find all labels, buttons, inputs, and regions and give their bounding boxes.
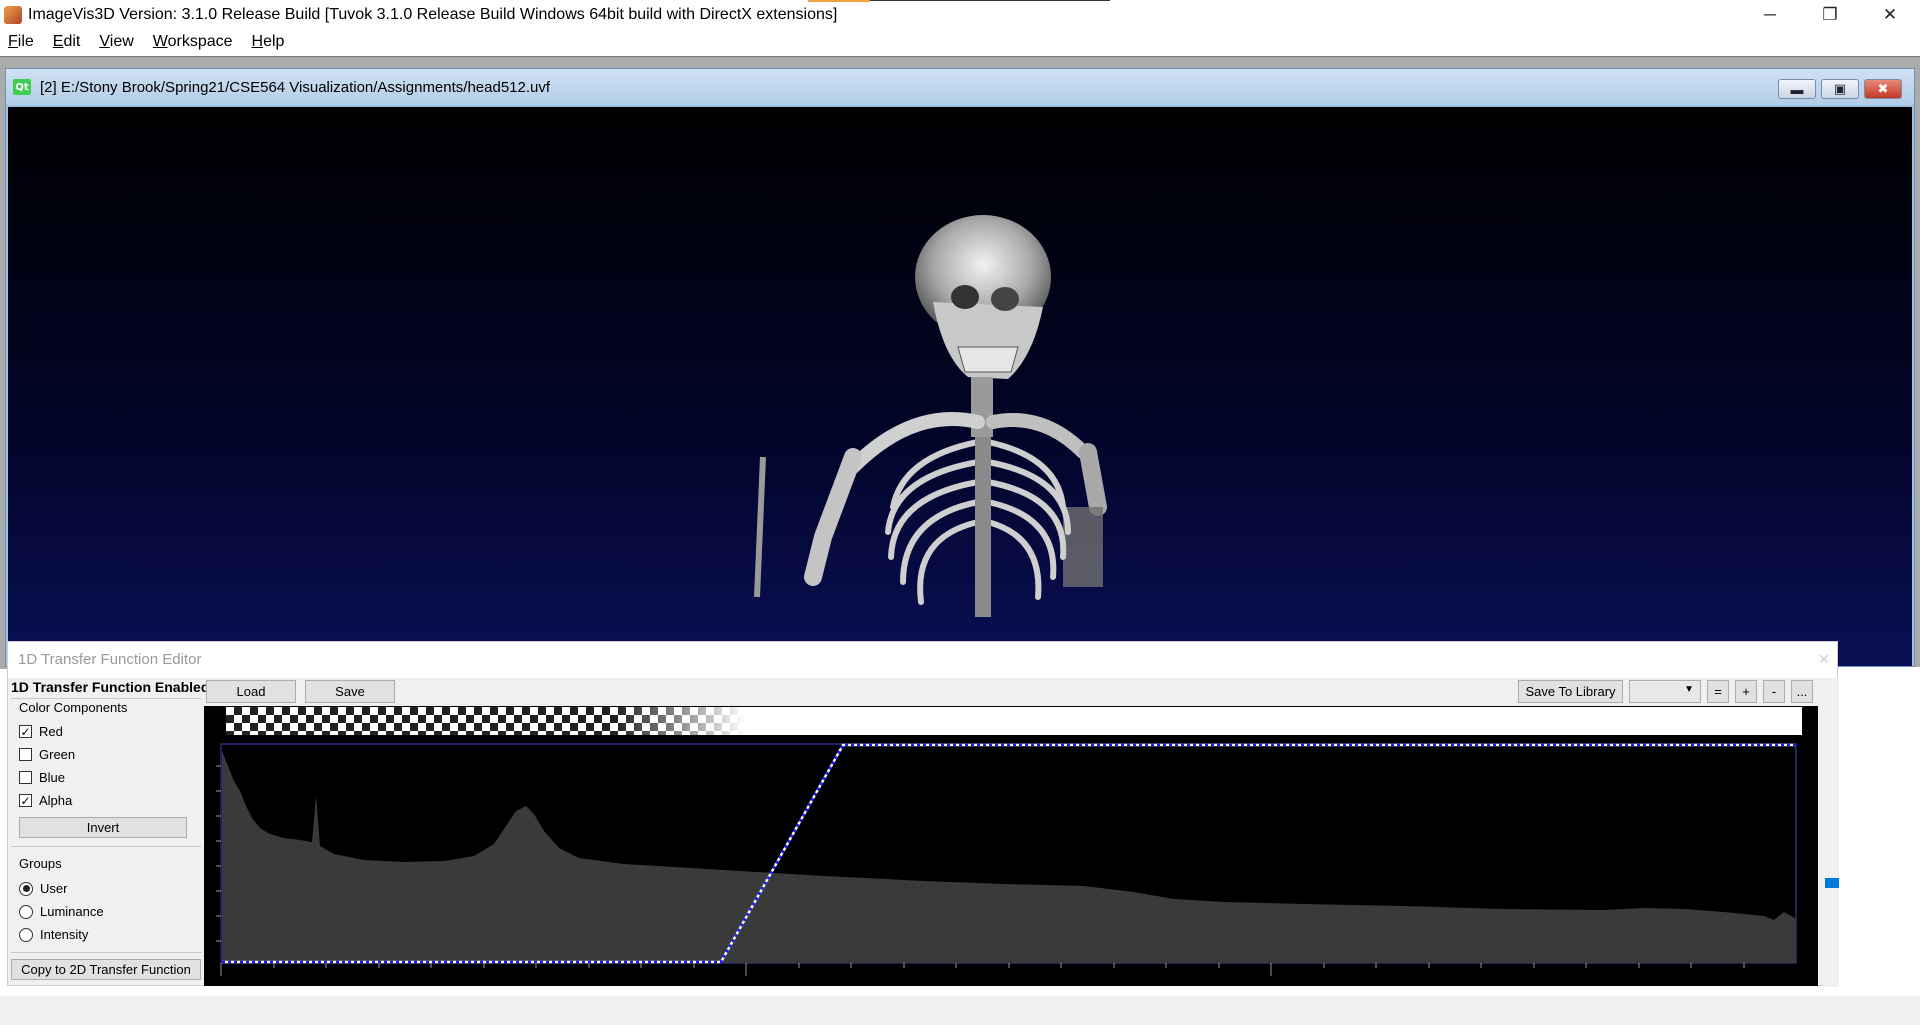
menu-help-mnemonic: H: [251, 33, 264, 50]
radio-luminance-label: Luminance: [40, 904, 104, 919]
radio-selected-dot: [22, 885, 30, 892]
checkbox-blue-box[interactable]: [19, 771, 32, 784]
menu-workspace-mnemonic: W: [152, 33, 168, 50]
equal-button[interactable]: =: [1707, 680, 1729, 703]
transfer-function-canvas[interactable]: [204, 706, 1818, 986]
radio-user[interactable]: User: [19, 881, 67, 896]
scroll-thumb[interactable]: [1825, 878, 1839, 888]
histogram-plot[interactable]: [204, 706, 1818, 986]
checkbox-alpha-box[interactable]: ✓: [19, 794, 32, 807]
menu-view-label: iew: [109, 33, 134, 50]
skeleton-volume-render: [754, 215, 1107, 617]
render-window-titlebar[interactable]: Qt [2] E:/Stony Brook/Spring21/CSE564 Vi…: [6, 69, 1914, 105]
menu-file-label: ile: [17, 33, 34, 50]
invert-button[interactable]: Invert: [19, 817, 187, 838]
minus-button[interactable]: -: [1763, 680, 1785, 703]
app-titlebar[interactable]: ImageVis3D Version: 3.1.0 Release Build …: [0, 0, 1920, 30]
save-button[interactable]: Save: [305, 680, 395, 703]
radio-luminance-circle[interactable]: [19, 904, 33, 919]
y-axis-ticks: [216, 765, 221, 942]
chevron-down-icon: ▼: [1684, 684, 1694, 695]
qt-icon: Qt: [13, 79, 31, 95]
checkbox-red-label: Red: [39, 724, 63, 739]
menu-file[interactable]: File: [8, 33, 34, 51]
titlebar-accent: [808, 0, 870, 2]
render-window[interactable]: Qt [2] E:/Stony Brook/Spring21/CSE564 Vi…: [5, 68, 1915, 667]
tf-editor-close-icon[interactable]: ✕: [1815, 650, 1833, 668]
save-to-library-button[interactable]: Save To Library: [1518, 680, 1623, 703]
checkbox-alpha[interactable]: ✓ Alpha: [19, 793, 72, 808]
checkbox-blue-label: Blue: [39, 770, 66, 785]
menu-bar: File Edit View Workspace Help: [0, 30, 1920, 54]
radio-intensity-circle[interactable]: [19, 927, 33, 942]
minimize-button[interactable]: ─: [1740, 0, 1800, 30]
volume-render-viewport[interactable]: [8, 107, 1912, 666]
radio-user-label: User: [40, 881, 68, 896]
menu-file-mnemonic: F: [8, 33, 18, 50]
menu-edit-mnemonic: E: [52, 33, 64, 50]
tf-vertical-scrollbar[interactable]: [1824, 678, 1839, 987]
tf-enabled-label[interactable]: 1D Transfer Function Enabled: [11, 679, 209, 695]
menu-help[interactable]: Help: [252, 33, 285, 51]
render-window-title: [2] E:/Stony Brook/Spring21/CSE564 Visua…: [40, 79, 551, 96]
restore-button[interactable]: ❐: [1800, 0, 1860, 30]
tf-editor-titlebar[interactable]: 1D Transfer Function Editor ✕: [8, 642, 1837, 678]
menu-workspace-label: orkspace: [167, 33, 233, 50]
render-close-button[interactable]: ✖: [1864, 79, 1902, 99]
status-strip: [0, 996, 1920, 1025]
groups-title: Groups: [19, 856, 62, 871]
color-components-title: Color Components: [19, 700, 128, 715]
radio-user-circle[interactable]: [19, 881, 33, 896]
plus-button[interactable]: +: [1735, 680, 1757, 703]
library-select[interactable]: ▼: [1629, 680, 1701, 703]
divider: [11, 952, 201, 953]
window-title: ImageVis3D Version: 3.1.0 Release Build …: [28, 6, 838, 23]
more-button[interactable]: ...: [1791, 680, 1813, 703]
checkbox-alpha-label: Alpha: [39, 793, 73, 808]
menu-edit-label: dit: [63, 33, 81, 50]
checkbox-red-box[interactable]: ✓: [19, 725, 32, 738]
menu-view-mnemonic: V: [99, 33, 110, 50]
menu-workspace[interactable]: Workspace: [153, 33, 233, 51]
menu-help-label: elp: [263, 33, 285, 50]
checkbox-red[interactable]: ✓ Red: [19, 724, 63, 739]
checkbox-green-label: Green: [39, 747, 76, 762]
transfer-function-editor[interactable]: 1D Transfer Function Editor ✕ 1D Transfe…: [7, 641, 1839, 987]
workspace-right-margin: [1838, 667, 1920, 996]
render-minimize-button[interactable]: ▬: [1778, 79, 1816, 99]
checkbox-blue[interactable]: Blue: [19, 770, 65, 785]
titlebar-divider: [870, 0, 1110, 1]
histogram-area: [222, 751, 1796, 963]
menu-view[interactable]: View: [99, 33, 133, 51]
x-axis-ticks: [220, 963, 1745, 976]
app-icon: [4, 6, 22, 24]
divider: [11, 698, 201, 699]
tf-editor-title: 1D Transfer Function Editor: [18, 651, 202, 668]
radio-intensity-label: Intensity: [40, 927, 89, 942]
radio-luminance[interactable]: Luminance: [19, 904, 104, 919]
divider: [11, 846, 201, 847]
render-restore-button[interactable]: ▣: [1821, 79, 1859, 99]
close-button[interactable]: ✕: [1860, 0, 1920, 30]
checkbox-green[interactable]: Green: [19, 747, 75, 762]
radio-intensity[interactable]: Intensity: [19, 927, 88, 942]
copy-to-2d-button[interactable]: Copy to 2D Transfer Function: [11, 959, 201, 980]
load-button[interactable]: Load: [206, 680, 296, 703]
checkbox-green-box[interactable]: [19, 748, 32, 761]
menu-edit[interactable]: Edit: [53, 33, 81, 51]
